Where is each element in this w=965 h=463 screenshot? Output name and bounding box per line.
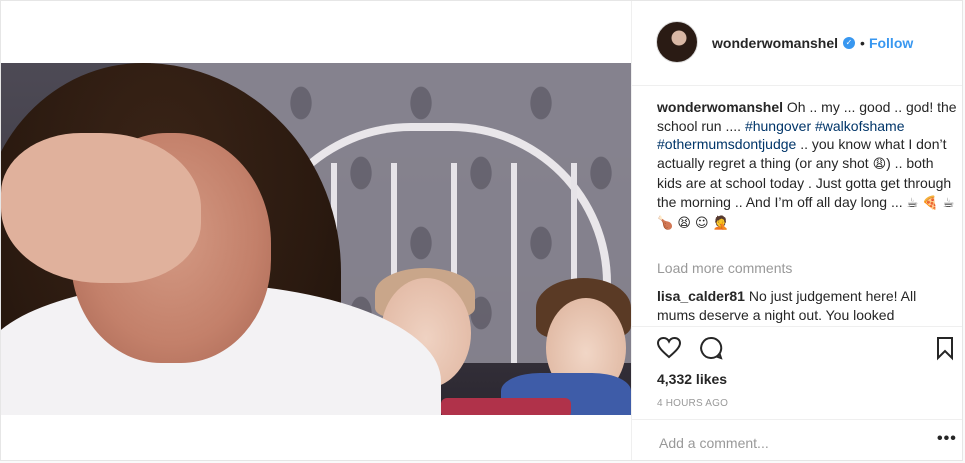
username-link[interactable]: wonderwomanshel	[712, 35, 838, 51]
action-bar	[632, 326, 962, 368]
comment-input[interactable]	[657, 432, 901, 454]
comment-username[interactable]: lisa_calder81	[657, 288, 745, 304]
header-row: wonderwomanshel ✓ • Follow	[712, 35, 913, 51]
load-more-comments-link[interactable]: Load more comments	[657, 260, 792, 276]
separator-dot: •	[860, 35, 865, 51]
post-photo[interactable]	[1, 63, 631, 415]
hashtag-link[interactable]: #othermumsdontjudge	[657, 136, 796, 152]
caption: wonderwomanshel Oh .. my ... good .. god…	[657, 98, 957, 234]
post-header: wonderwomanshel ✓ • Follow	[632, 1, 962, 86]
verified-badge-icon: ✓	[843, 37, 856, 49]
more-options-icon[interactable]: •••	[937, 430, 957, 448]
comment-icon[interactable]	[698, 335, 724, 361]
bookmark-icon[interactable]	[932, 335, 958, 361]
add-comment-section: •••	[632, 419, 962, 460]
hashtag-link[interactable]: #hungover	[745, 118, 811, 134]
post-sidebar: wonderwomanshel ✓ • Follow wonderwomansh…	[631, 1, 962, 460]
blanket	[441, 398, 571, 415]
post-media	[1, 1, 631, 460]
woman-hand	[1, 133, 201, 283]
caption-username[interactable]: wonderwomanshel	[657, 99, 783, 115]
follow-button[interactable]: Follow	[869, 35, 913, 51]
timestamp[interactable]: 4 HOURS AGO	[657, 398, 728, 409]
heart-icon[interactable]	[656, 335, 682, 361]
headboard-bar	[511, 163, 517, 363]
instagram-post: wonderwomanshel ✓ • Follow wonderwomansh…	[0, 0, 963, 461]
avatar[interactable]	[656, 21, 698, 63]
likes-count[interactable]: 4,332 likes	[657, 371, 727, 387]
hashtag-link[interactable]: #walkofshame	[815, 118, 905, 134]
emoji: 😩	[872, 156, 887, 172]
comment: lisa_calder81 No just judgement here! Al…	[657, 287, 947, 324]
